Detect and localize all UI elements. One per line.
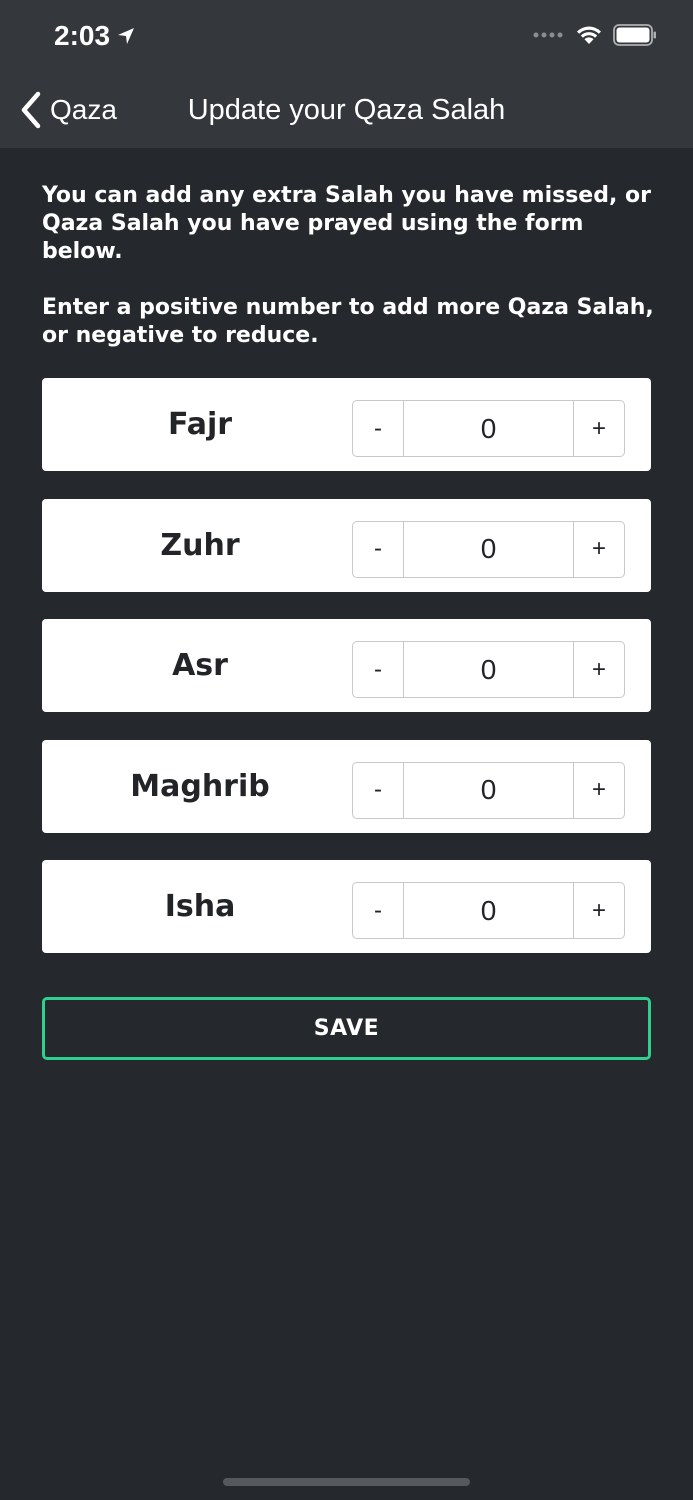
quantity-stepper: - 0 + xyxy=(352,761,625,819)
location-arrow-icon xyxy=(118,28,135,44)
prayer-row-zuhr: Zuhr - 0 + xyxy=(42,498,651,592)
prayer-name: Maghrib xyxy=(130,768,270,804)
prayer-row-asr: Asr - 0 + xyxy=(42,619,651,712)
prayer-row-maghrib: Maghrib - 0 + xyxy=(42,739,651,833)
prayer-name: Zuhr xyxy=(160,527,240,563)
decrement-button[interactable]: - xyxy=(353,763,403,818)
prayer-name: Fajr xyxy=(167,407,233,442)
increment-button[interactable]: + xyxy=(574,522,624,577)
battery-icon xyxy=(613,24,656,46)
increment-button[interactable]: + xyxy=(574,763,624,818)
decrement-button[interactable]: - xyxy=(353,883,403,938)
prayer-list: Fajr - 0 + Zuhr - 0 + Asr - 0 + Maghrib … xyxy=(42,378,651,981)
signal-dots-icon xyxy=(533,32,563,38)
clock-text: 2:03 xyxy=(54,20,111,51)
prayer-name: Isha xyxy=(164,889,236,924)
intro-paragraph-1: You can add any extra Salah you have mis… xyxy=(42,183,651,264)
quantity-stepper: - 0 + xyxy=(352,400,625,457)
increment-button[interactable]: + xyxy=(574,642,624,697)
quantity-input[interactable]: 0 xyxy=(403,401,574,456)
intro-paragraph-2: Enter a positive number to add more Qaza… xyxy=(42,295,654,348)
navigation-bar: Qaza Update your Qaza Salah xyxy=(0,76,693,148)
prayer-name: Asr xyxy=(172,648,228,683)
decrement-button[interactable]: - xyxy=(353,522,403,577)
quantity-stepper: - 0 + xyxy=(352,520,625,578)
page-title: Update your Qaza Salah xyxy=(187,94,506,126)
intro-text: You can add any extra Salah you have mis… xyxy=(42,182,654,378)
status-time: 2:03 xyxy=(54,20,136,52)
prayer-row-isha: Isha - 0 + xyxy=(42,860,651,953)
quantity-input[interactable]: 0 xyxy=(403,762,574,818)
status-icons xyxy=(533,24,657,46)
save-button[interactable]: SAVE xyxy=(42,997,651,1060)
decrement-button[interactable]: - xyxy=(353,642,403,697)
quantity-stepper: - 0 + xyxy=(352,641,625,698)
status-bar: 2:03 xyxy=(0,0,693,76)
increment-button[interactable]: + xyxy=(574,883,624,938)
quantity-stepper: - 0 + xyxy=(352,882,625,939)
prayer-row-fajr: Fajr - 0 + xyxy=(42,378,651,471)
wifi-icon xyxy=(577,26,601,44)
quantity-input[interactable]: 0 xyxy=(403,642,574,697)
decrement-button[interactable]: - xyxy=(353,401,403,456)
home-indicator[interactable] xyxy=(223,1478,470,1486)
quantity-input[interactable]: 0 xyxy=(403,521,574,577)
increment-button[interactable]: + xyxy=(574,401,624,456)
quantity-input[interactable]: 0 xyxy=(403,883,574,938)
